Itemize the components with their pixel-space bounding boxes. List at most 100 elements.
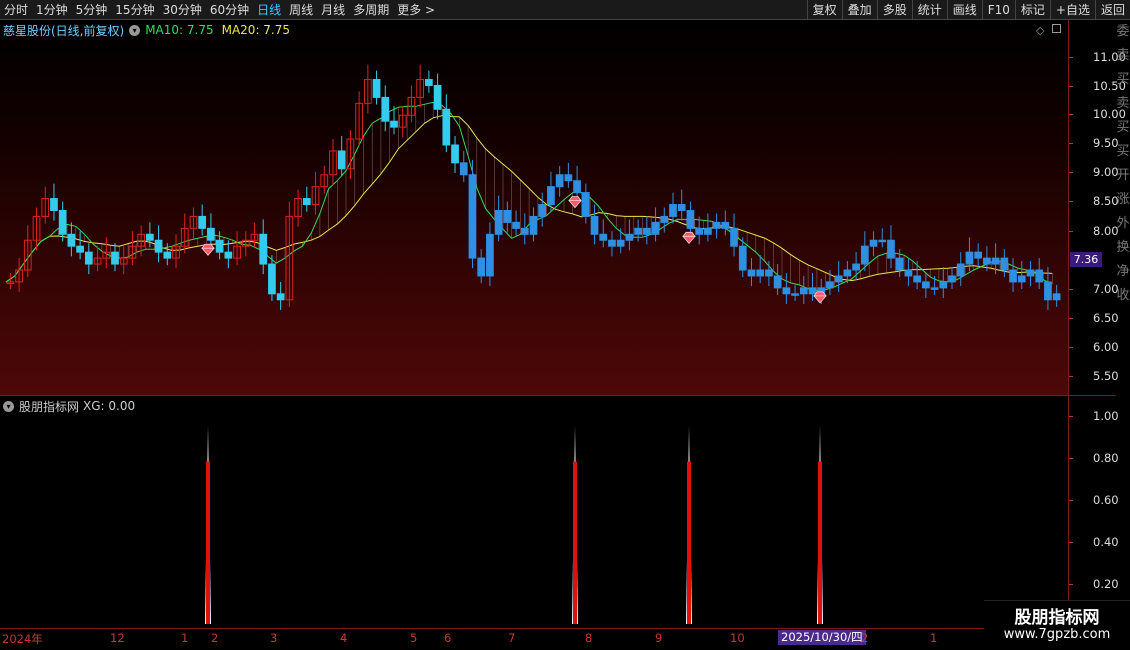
candle-body: [67, 233, 76, 247]
strip-char: 换: [1116, 240, 1130, 255]
candle-body: [704, 227, 712, 235]
xg-value-label: XG: 0.00: [83, 399, 136, 413]
strip-char: 开: [1116, 168, 1130, 183]
candle-body: [477, 257, 486, 277]
candle-body: [869, 239, 878, 247]
candle-body: [425, 79, 433, 86]
candlestick-chart-pane[interactable]: 慈星股份(日线,前复权) ▾ MA10: 7.75 MA20: 7.75 ◇: [0, 20, 1068, 395]
candle-body: [1052, 293, 1061, 301]
candle-body: [721, 221, 730, 229]
price-tick-label: 9.50: [1093, 136, 1119, 150]
candle-body: [808, 287, 817, 295]
candle-body: [555, 174, 564, 188]
candle-body: [651, 221, 660, 235]
period-toolbar: 分时 1分钟 5分钟 15分钟 30分钟 60分钟 日线 周线 月线 多周期 更…: [0, 0, 1130, 20]
xg-signal-bar: [818, 461, 822, 624]
candle-body: [956, 263, 965, 277]
price-tick-label: 9.00: [1093, 165, 1119, 179]
indicator-tick-label: 1.00: [1093, 409, 1119, 423]
axis-tick: [1069, 201, 1073, 202]
rights-adjust-button[interactable]: 复权: [806, 0, 842, 20]
candle-body: [84, 251, 93, 265]
price-tick-label: 8.00: [1093, 224, 1119, 238]
order-book-strip: 委 卖 买 卖 买 买 开 涨 外 换 净 收: [1116, 20, 1130, 630]
xg-indicator-chart[interactable]: [0, 396, 1068, 628]
candle-body: [581, 192, 590, 217]
candle-body: [459, 162, 468, 176]
candle-body: [520, 227, 529, 235]
indicator-tick-label: 0.60: [1093, 493, 1119, 507]
tab-multi-period[interactable]: 多周期: [349, 0, 393, 20]
xg-signal-bar: [573, 461, 577, 624]
draw-line-button[interactable]: 画线: [946, 0, 982, 20]
axis-tick: [1069, 458, 1073, 459]
candle-body: [547, 186, 555, 206]
tab-30min[interactable]: 30分钟: [159, 0, 206, 20]
tab-fenshi[interactable]: 分时: [0, 0, 32, 20]
candle-body: [642, 227, 651, 235]
tab-15min[interactable]: 15分钟: [111, 0, 158, 20]
candle-body: [860, 245, 869, 265]
axis-tick: [1069, 500, 1073, 501]
candle-body: [616, 239, 625, 247]
tab-60min[interactable]: 60分钟: [206, 0, 253, 20]
date-tick-label: 6: [444, 631, 452, 645]
candle-body: [1044, 281, 1052, 301]
candle-body: [564, 174, 573, 182]
price-tick-label: 6.00: [1093, 340, 1119, 354]
candle-body: [599, 233, 608, 241]
price-tick-label: 5.50: [1093, 369, 1119, 383]
strip-char: 委: [1116, 24, 1130, 39]
mark-button[interactable]: 标记: [1014, 0, 1050, 20]
candle-body: [451, 144, 459, 164]
tab-more[interactable]: 更多 >: [393, 0, 439, 20]
candle-body: [1035, 269, 1044, 283]
price-tick-label: 7.00: [1093, 282, 1119, 296]
buy-signal-gem-icon: [682, 231, 696, 244]
date-tick-label: 7: [508, 631, 516, 645]
overlay-button[interactable]: 叠加: [841, 0, 877, 20]
indicator-pane[interactable]: ▾ 股朋指标网 XG: 0.00: [0, 396, 1068, 628]
candle-body: [146, 233, 154, 241]
candle-body: [904, 269, 913, 277]
tab-weekly[interactable]: 周线: [285, 0, 317, 20]
candle-body: [895, 257, 904, 271]
indicator-name[interactable]: 股朋指标网: [19, 398, 79, 415]
f10-button[interactable]: F10: [981, 0, 1015, 20]
candle-body: [590, 215, 599, 235]
stock-name[interactable]: 慈星股份(日线,前复权): [3, 22, 124, 39]
multi-stock-button[interactable]: 多股: [876, 0, 912, 20]
ma-cloud-hatch: [58, 102, 1053, 291]
candlestick-chart[interactable]: [0, 20, 1068, 395]
axis-tick: [1069, 318, 1073, 319]
candle-body: [494, 209, 503, 235]
tab-5min[interactable]: 5分钟: [72, 0, 112, 20]
strip-char: 买: [1116, 72, 1130, 87]
axis-tick: [1069, 542, 1073, 543]
strip-char: 卖: [1116, 96, 1130, 111]
candle-body: [852, 263, 860, 271]
axis-tick: [1069, 416, 1073, 417]
back-button[interactable]: 返回: [1094, 0, 1130, 20]
window-square-icon[interactable]: [1052, 24, 1061, 33]
tab-daily[interactable]: 日线: [253, 0, 285, 20]
site-watermark: 股朋指标网 www.7gpzb.com: [984, 600, 1130, 650]
indicator-gear-icon[interactable]: ▾: [3, 400, 14, 412]
candle-body: [634, 227, 642, 235]
tab-1min[interactable]: 1分钟: [32, 0, 72, 20]
candle-body: [660, 215, 669, 223]
candle-body: [503, 209, 512, 223]
add-watchlist-button[interactable]: +自选: [1049, 0, 1095, 20]
candle-body: [782, 287, 791, 295]
axis-tick: [1069, 86, 1073, 87]
candle-body: [1000, 257, 1009, 271]
statistics-button[interactable]: 统计: [911, 0, 947, 20]
strip-char: 卖: [1116, 48, 1130, 63]
candle-body: [686, 209, 695, 229]
price-tick-label: 8.50: [1093, 194, 1119, 208]
diamond-icon[interactable]: ◇: [1036, 24, 1044, 37]
settings-gear-icon[interactable]: ▾: [129, 24, 141, 36]
price-axis: 11.00 10.50 10.00 9.50 9.00 8.50 8.00 7.…: [1068, 20, 1126, 395]
candle-body: [215, 239, 224, 253]
tab-monthly[interactable]: 月线: [317, 0, 349, 20]
